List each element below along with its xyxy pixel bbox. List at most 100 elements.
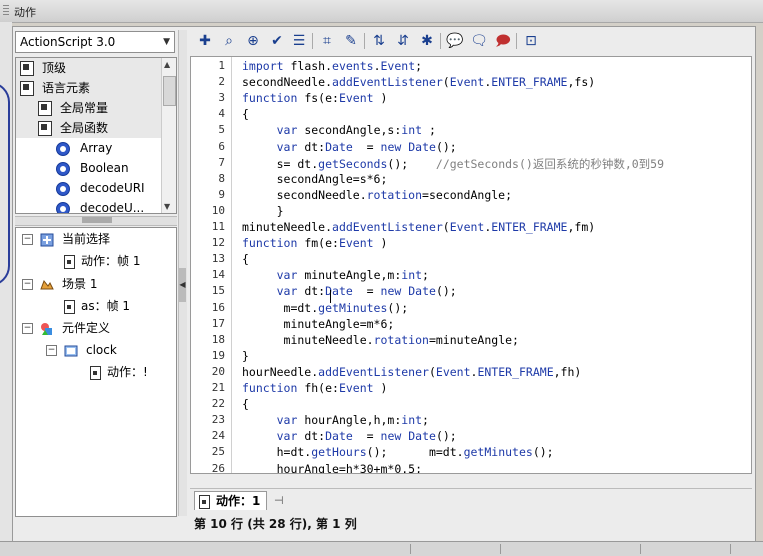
collapse-left-icon[interactable]: ◀	[179, 268, 186, 302]
code-line[interactable]: }	[242, 204, 284, 218]
code-line[interactable]: import flash.events.Event;	[242, 59, 422, 73]
code-line[interactable]: }	[242, 349, 249, 363]
code-line[interactable]: minuteAngle=m*6;	[242, 317, 395, 331]
splitter-handle[interactable]	[82, 217, 112, 223]
toolbar-separator	[440, 33, 441, 49]
toolbox-item-language-elements[interactable]: 语言元素	[16, 78, 166, 98]
code-line[interactable]: function fh(e:Event )	[242, 381, 387, 395]
collapse-icon[interactable]: −	[22, 323, 33, 334]
line-number: 19	[211, 348, 225, 362]
line-number: 26	[211, 461, 225, 474]
code-line[interactable]: secondNeedle.rotation=secondAngle;	[242, 188, 512, 202]
uncomment-icon[interactable]: 🗩	[494, 32, 512, 50]
as-version-select[interactable]: ActionScript 3.0 ▼	[15, 31, 175, 53]
script-toolbar: ✚ ⌕ ⊕ ✔ ☰ ⌗ ✎ ⇅ ⇵ ✱ 💬 🗨 🗩 ⊡	[190, 30, 752, 54]
code-line[interactable]: var dt:Date = new Date();	[242, 284, 457, 298]
find-icon[interactable]: ⌕	[220, 32, 238, 50]
pane-divider[interactable]: ◀	[178, 30, 187, 516]
drag-grip-icon[interactable]	[3, 5, 9, 17]
toolbox-item-decodeuricomponent[interactable]: decodeU...	[16, 198, 144, 213]
nav-scene[interactable]: 场景 1	[40, 274, 97, 294]
bottom-strip	[0, 541, 763, 556]
collapse-icon[interactable]: −	[46, 345, 57, 356]
nav-scene-action[interactable]: as：帧 1	[64, 296, 130, 316]
line-number: 11	[211, 220, 225, 233]
comment-block-icon[interactable]: 💬	[446, 32, 464, 50]
function-icon	[56, 161, 70, 176]
toolbox-scrollbar[interactable]: ▲ ▼	[161, 58, 176, 213]
toolbox-item-global-constants[interactable]: 全局常量	[16, 98, 166, 118]
code-line[interactable]: {	[242, 397, 249, 411]
book-icon	[38, 121, 52, 136]
auto-format-icon[interactable]: ☰	[290, 32, 308, 50]
code-line[interactable]: hourAngle=h*30+m*0.5;	[242, 462, 422, 474]
line-number: 12	[211, 236, 225, 250]
debug-icon[interactable]: ✎	[342, 32, 360, 50]
script-tab-bar: 动作：1 ⊣	[190, 488, 752, 511]
line-number: 24	[211, 429, 225, 443]
nav-clock-action[interactable]: 动作：!	[90, 362, 148, 382]
line-number: 8	[218, 171, 225, 185]
scroll-thumb[interactable]	[163, 76, 176, 106]
actions-toolbox: 顶级 语言元素 全局常量 全局函数 Array Boolean decodeUR…	[15, 57, 177, 214]
line-number: 13	[211, 252, 225, 266]
line-number: 7	[218, 155, 225, 169]
target-icon[interactable]: ⊕	[244, 32, 262, 50]
script-assist-icon[interactable]: ⊡	[522, 32, 540, 50]
code-line[interactable]: m=dt.getMinutes();	[242, 301, 409, 315]
code-line[interactable]: var minuteAngle,m:int;	[242, 268, 429, 282]
line-number: 10	[211, 203, 225, 217]
line-number: 2	[218, 75, 225, 89]
toolbox-item-decodeuri[interactable]: decodeURI	[16, 178, 145, 198]
code-line[interactable]: {	[242, 252, 249, 266]
script-editor[interactable]: 1 2 3 4 5 6 7 8 9 10 11 12 13 14 15 16 17 18 19 20 21 22 23 24 2…	[190, 56, 752, 474]
collapse-icon[interactable]: −	[22, 279, 33, 290]
code-line[interactable]: minuteNeedle.rotation=minuteAngle;	[242, 333, 519, 347]
scroll-up-icon[interactable]: ▲	[164, 60, 170, 69]
pin-script-icon[interactable]: ⊣	[274, 494, 284, 507]
code-line[interactable]: var dt:Date = new Date();	[242, 140, 457, 154]
expand-all-icon[interactable]: ✱	[418, 32, 436, 50]
code-line[interactable]: {	[242, 107, 249, 121]
scroll-down-icon[interactable]: ▼	[164, 202, 170, 211]
code-line[interactable]: function fm(e:Event )	[242, 236, 387, 250]
code-line[interactable]: minuteNeedle.addEventListener(Event.ENTE…	[242, 220, 595, 234]
nav-current-action[interactable]: 动作：帧 1	[64, 251, 140, 271]
stage-edge	[0, 22, 12, 542]
toolbox-item-array[interactable]: Array	[16, 138, 112, 158]
code-line[interactable]: h=dt.getHours(); m=dt.getMinutes();	[242, 445, 554, 459]
line-number: 20	[211, 364, 225, 378]
code-line[interactable]: secondAngle=s*6;	[242, 172, 388, 186]
code-line[interactable]: function fs(e:Event )	[242, 91, 387, 105]
collapse-braces-icon[interactable]: ⇅	[370, 32, 388, 50]
toolbox-item-global-functions[interactable]: 全局函数	[16, 118, 166, 138]
code-line[interactable]: var secondAngle,s:int ;	[242, 123, 436, 137]
nav-current-selection[interactable]: 当前选择	[40, 229, 110, 249]
nav-symbol-clock[interactable]: clock	[64, 340, 117, 360]
comment-line-icon[interactable]: 🗨	[470, 32, 488, 50]
code-line[interactable]: secondNeedle.addEventListener(Event.ENTE…	[242, 75, 595, 89]
check-syntax-icon[interactable]: ✔	[268, 32, 286, 50]
nav-symbol-definitions[interactable]: 元件定义	[40, 318, 110, 338]
script-navigator: − 当前选择 动作：帧 1 − 场景 1 as：帧 1 − 元件定义 − clo…	[15, 227, 177, 517]
collapse-selection-icon[interactable]: ⇵	[394, 32, 412, 50]
code-line[interactable]: var dt:Date = new Date();	[242, 429, 457, 443]
movieclip-icon	[64, 345, 78, 356]
line-number: 4	[218, 107, 225, 121]
toolbox-splitter[interactable]	[15, 216, 177, 226]
line-number-gutter: 1 2 3 4 5 6 7 8 9 10 11 12 13 14 15 16 17 18 19 20 21 22 23 24 2…	[191, 57, 232, 473]
add-statement-icon[interactable]: ✚	[196, 32, 214, 50]
toolbar-separator	[516, 33, 517, 49]
script-tab-action-1[interactable]: 动作：1	[194, 491, 268, 510]
toolbox-item-boolean[interactable]: Boolean	[16, 158, 129, 178]
strip-divider	[640, 544, 641, 554]
code-line[interactable]: s= dt.getSeconds(); //getSeconds()返回系统的秒…	[242, 156, 664, 172]
code-line[interactable]: var hourAngle,h,m:int;	[242, 413, 429, 427]
chevron-down-icon[interactable]: ▼	[163, 32, 170, 52]
collapse-icon[interactable]: −	[22, 234, 33, 245]
code-hint-icon[interactable]: ⌗	[318, 32, 336, 50]
toolbox-item-top-level[interactable]: 顶级	[16, 58, 166, 78]
code-line[interactable]: hourNeedle.addEventListener(Event.ENTER_…	[242, 365, 581, 379]
panel-tab-actions[interactable]: 动作	[14, 4, 36, 20]
line-number: 18	[211, 332, 225, 346]
